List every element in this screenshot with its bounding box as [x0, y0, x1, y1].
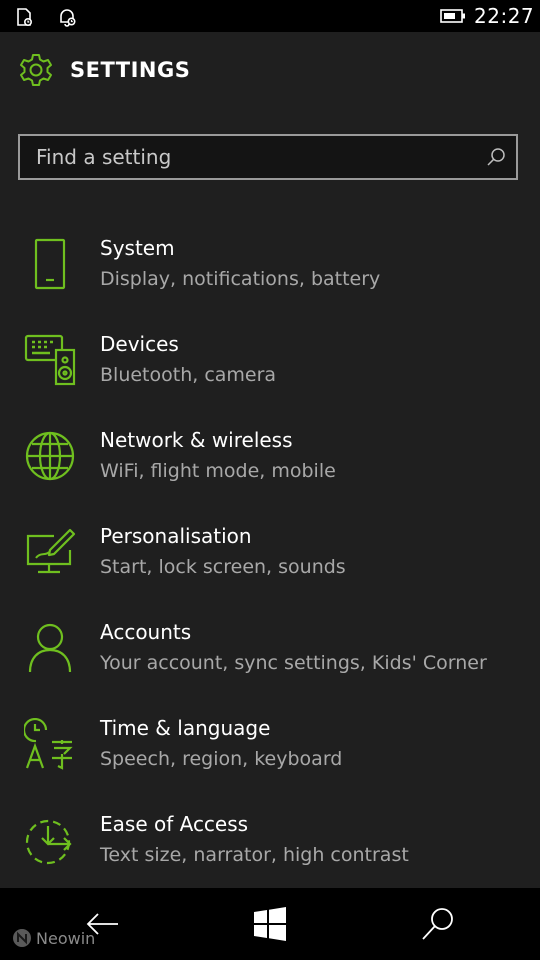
devices-icon [24, 334, 76, 386]
personalise-icon [24, 526, 76, 578]
quiet-hours-icon [56, 6, 78, 28]
page-title: SETTINGS [70, 58, 191, 82]
search-icon[interactable] [420, 906, 456, 942]
neowin-watermark: Neowin [12, 928, 95, 948]
page-header: SETTINGS [18, 50, 190, 90]
windows-icon[interactable] [252, 906, 288, 942]
category-title: Devices [100, 332, 179, 356]
status-time: 22:27 [474, 4, 535, 28]
category-subtitle: Display, notifications, battery [100, 268, 381, 290]
category-subtitle: WiFi, flight mode, mobile [100, 460, 336, 482]
category-subtitle: Text size, narrator, high contrast [100, 844, 409, 866]
category-system[interactable]: System Display, notifications, battery [0, 230, 540, 326]
category-personalisation[interactable]: Personalisation Start, lock screen, soun… [0, 518, 540, 614]
navigation-bar: Neowin [0, 888, 540, 960]
category-subtitle: Bluetooth, camera [100, 364, 277, 386]
time-language-icon [24, 718, 76, 770]
category-title: Network & wireless [100, 428, 293, 452]
category-title: System [100, 236, 175, 260]
gear-icon [18, 52, 54, 88]
category-devices[interactable]: Devices Bluetooth, camera [0, 326, 540, 422]
watermark-text: Neowin [36, 928, 96, 948]
neowin-logo-icon [13, 929, 31, 947]
settings-category-list: System Display, notifications, battery D… [0, 230, 540, 902]
category-title: Ease of Access [100, 812, 249, 836]
category-time-language[interactable]: Time & language Speech, region, keyboard [0, 710, 540, 806]
category-title: Personalisation [100, 524, 252, 548]
category-title: Time & language [100, 716, 271, 740]
category-subtitle: Start, lock screen, sounds [100, 556, 346, 578]
notification-icon [14, 6, 36, 28]
category-subtitle: Speech, region, keyboard [100, 748, 343, 770]
settings-page: SETTINGS System Display, notifications, … [0, 32, 540, 888]
battery-icon [440, 9, 466, 23]
person-icon [24, 622, 76, 674]
phone-icon [24, 238, 76, 290]
globe-icon [24, 430, 76, 482]
search-input[interactable] [20, 136, 470, 178]
category-accounts[interactable]: Accounts Your account, sync settings, Ki… [0, 614, 540, 710]
search-box[interactable] [18, 134, 518, 180]
ease-of-access-icon [24, 814, 76, 866]
search-icon[interactable] [486, 147, 506, 167]
category-subtitle: Your account, sync settings, Kids' Corne… [100, 652, 487, 674]
status-bar: 22:27 [0, 0, 540, 32]
category-network-wireless[interactable]: Network & wireless WiFi, flight mode, mo… [0, 422, 540, 518]
category-title: Accounts [100, 620, 192, 644]
